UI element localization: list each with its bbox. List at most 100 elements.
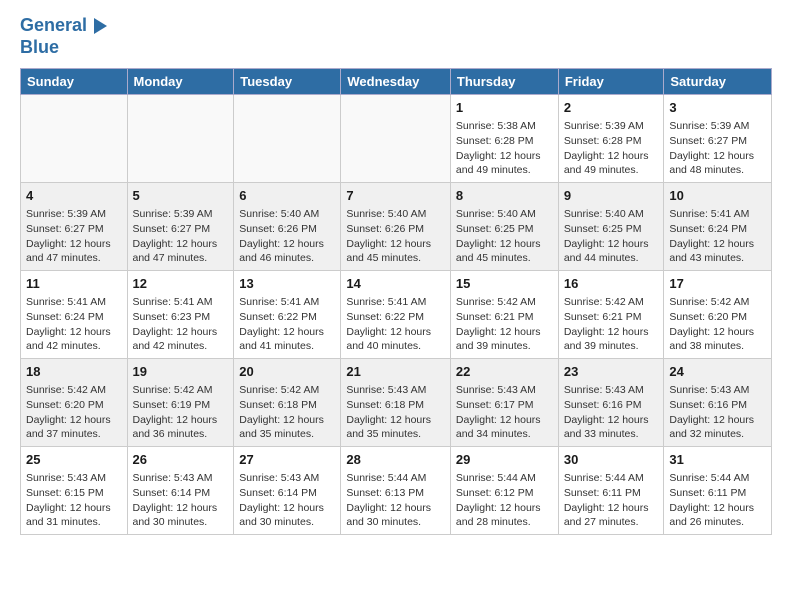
day-number: 13 (239, 275, 335, 293)
header-day-thursday: Thursday (450, 69, 558, 95)
calendar-cell: 16 Sunrise: 5:42 AM Sunset: 6:21 PM Dayli… (558, 271, 664, 359)
calendar-cell: 3 Sunrise: 5:39 AM Sunset: 6:27 PM Daylig… (664, 95, 772, 183)
calendar-cell: 22 Sunrise: 5:43 AM Sunset: 6:17 PM Dayli… (450, 359, 558, 447)
day-number: 30 (564, 451, 659, 469)
day-info: Sunrise: 5:42 AM Sunset: 6:20 PM Dayligh… (26, 384, 111, 440)
calendar-cell: 13 Sunrise: 5:41 AM Sunset: 6:22 PM Dayli… (234, 271, 341, 359)
week-row-0: 1 Sunrise: 5:38 AM Sunset: 6:28 PM Daylig… (21, 95, 772, 183)
calendar-cell (21, 95, 128, 183)
day-number: 18 (26, 363, 122, 381)
day-number: 12 (133, 275, 229, 293)
calendar-cell: 14 Sunrise: 5:41 AM Sunset: 6:22 PM Dayli… (341, 271, 451, 359)
logo-blue: Blue (20, 37, 107, 59)
day-number: 17 (669, 275, 766, 293)
calendar-cell: 5Sunrise: 5:39 AM Sunset: 6:27 PM Daylig… (127, 183, 234, 271)
calendar-cell: 28 Sunrise: 5:44 AM Sunset: 6:13 PM Dayli… (341, 446, 451, 534)
day-info: Sunrise: 5:39 AM Sunset: 6:27 PM Dayligh… (26, 208, 111, 264)
day-number: 21 (346, 363, 445, 381)
calendar-cell: 23 Sunrise: 5:43 AM Sunset: 6:16 PM Dayli… (558, 359, 664, 447)
calendar-cell: 20Sunrise: 5:42 AM Sunset: 6:18 PM Dayli… (234, 359, 341, 447)
day-info: Sunrise: 5:41 AM Sunset: 6:22 PM Dayligh… (239, 296, 324, 352)
page: General Blue SundayMondayTuesdayWednesda… (0, 0, 792, 550)
day-number: 1 (456, 99, 553, 117)
day-info: Sunrise: 5:44 AM Sunset: 6:12 PM Dayligh… (456, 472, 541, 528)
week-row-3: 18 Sunrise: 5:42 AM Sunset: 6:20 PM Dayli… (21, 359, 772, 447)
calendar-cell: 1 Sunrise: 5:38 AM Sunset: 6:28 PM Daylig… (450, 95, 558, 183)
day-number: 23 (564, 363, 659, 381)
day-number: 14 (346, 275, 445, 293)
calendar-cell (234, 95, 341, 183)
day-info: Sunrise: 5:41 AM Sunset: 6:22 PM Dayligh… (346, 296, 431, 352)
day-number: 6 (239, 187, 335, 205)
day-number: 31 (669, 451, 766, 469)
calendar-cell: 8Sunrise: 5:40 AM Sunset: 6:25 PM Daylig… (450, 183, 558, 271)
calendar-cell: 7 Sunrise: 5:40 AM Sunset: 6:26 PM Daylig… (341, 183, 451, 271)
calendar-cell: 12Sunrise: 5:41 AM Sunset: 6:23 PM Dayli… (127, 271, 234, 359)
calendar-cell: 19 Sunrise: 5:42 AM Sunset: 6:19 PM Dayli… (127, 359, 234, 447)
header-day-wednesday: Wednesday (341, 69, 451, 95)
calendar-cell: 11 Sunrise: 5:41 AM Sunset: 6:24 PM Dayli… (21, 271, 128, 359)
calendar-cell: 30 Sunrise: 5:44 AM Sunset: 6:11 PM Dayli… (558, 446, 664, 534)
calendar-cell: 31 Sunrise: 5:44 AM Sunset: 6:11 PM Dayli… (664, 446, 772, 534)
calendar-cell: 25Sunrise: 5:43 AM Sunset: 6:15 PM Dayli… (21, 446, 128, 534)
day-info: Sunrise: 5:39 AM Sunset: 6:27 PM Dayligh… (669, 120, 754, 176)
week-row-4: 25Sunrise: 5:43 AM Sunset: 6:15 PM Dayli… (21, 446, 772, 534)
day-number: 26 (133, 451, 229, 469)
day-info: Sunrise: 5:41 AM Sunset: 6:24 PM Dayligh… (26, 296, 111, 352)
calendar-cell: 24Sunrise: 5:43 AM Sunset: 6:16 PM Dayli… (664, 359, 772, 447)
logo-arrow-icon (94, 18, 107, 34)
calendar-cell: 18 Sunrise: 5:42 AM Sunset: 6:20 PM Dayli… (21, 359, 128, 447)
calendar-body: 1 Sunrise: 5:38 AM Sunset: 6:28 PM Daylig… (21, 95, 772, 535)
calendar-cell: 6 Sunrise: 5:40 AM Sunset: 6:26 PM Daylig… (234, 183, 341, 271)
day-info: Sunrise: 5:38 AM Sunset: 6:28 PM Dayligh… (456, 120, 541, 176)
header-day-monday: Monday (127, 69, 234, 95)
day-info: Sunrise: 5:44 AM Sunset: 6:11 PM Dayligh… (564, 472, 649, 528)
day-info: Sunrise: 5:43 AM Sunset: 6:14 PM Dayligh… (133, 472, 218, 528)
day-info: Sunrise: 5:44 AM Sunset: 6:11 PM Dayligh… (669, 472, 754, 528)
day-info: Sunrise: 5:40 AM Sunset: 6:25 PM Dayligh… (564, 208, 649, 264)
calendar-cell: 29 Sunrise: 5:44 AM Sunset: 6:12 PM Dayli… (450, 446, 558, 534)
day-number: 15 (456, 275, 553, 293)
day-number: 4 (26, 187, 122, 205)
day-info: Sunrise: 5:43 AM Sunset: 6:14 PM Dayligh… (239, 472, 324, 528)
day-info: Sunrise: 5:42 AM Sunset: 6:21 PM Dayligh… (564, 296, 649, 352)
day-info: Sunrise: 5:42 AM Sunset: 6:18 PM Dayligh… (239, 384, 324, 440)
week-row-1: 4 Sunrise: 5:39 AM Sunset: 6:27 PM Daylig… (21, 183, 772, 271)
day-info: Sunrise: 5:42 AM Sunset: 6:20 PM Dayligh… (669, 296, 754, 352)
day-info: Sunrise: 5:44 AM Sunset: 6:13 PM Dayligh… (346, 472, 431, 528)
calendar-cell (127, 95, 234, 183)
day-info: Sunrise: 5:43 AM Sunset: 6:16 PM Dayligh… (564, 384, 649, 440)
header-day-tuesday: Tuesday (234, 69, 341, 95)
day-number: 16 (564, 275, 659, 293)
day-info: Sunrise: 5:43 AM Sunset: 6:17 PM Dayligh… (456, 384, 541, 440)
header-day-friday: Friday (558, 69, 664, 95)
calendar-header: SundayMondayTuesdayWednesdayThursdayFrid… (21, 69, 772, 95)
day-info: Sunrise: 5:43 AM Sunset: 6:18 PM Dayligh… (346, 384, 431, 440)
logo-text: General Blue (20, 15, 107, 58)
day-number: 27 (239, 451, 335, 469)
day-number: 5 (133, 187, 229, 205)
day-info: Sunrise: 5:39 AM Sunset: 6:28 PM Dayligh… (564, 120, 649, 176)
day-number: 19 (133, 363, 229, 381)
day-info: Sunrise: 5:42 AM Sunset: 6:19 PM Dayligh… (133, 384, 218, 440)
day-number: 3 (669, 99, 766, 117)
day-number: 7 (346, 187, 445, 205)
day-number: 25 (26, 451, 122, 469)
week-row-2: 11 Sunrise: 5:41 AM Sunset: 6:24 PM Dayli… (21, 271, 772, 359)
day-number: 24 (669, 363, 766, 381)
day-number: 11 (26, 275, 122, 293)
day-info: Sunrise: 5:40 AM Sunset: 6:26 PM Dayligh… (239, 208, 324, 264)
calendar-cell: 26 Sunrise: 5:43 AM Sunset: 6:14 PM Dayli… (127, 446, 234, 534)
day-info: Sunrise: 5:40 AM Sunset: 6:26 PM Dayligh… (346, 208, 431, 264)
logo-general: General (20, 15, 87, 35)
calendar-cell: 17 Sunrise: 5:42 AM Sunset: 6:20 PM Dayli… (664, 271, 772, 359)
header-day-saturday: Saturday (664, 69, 772, 95)
day-number: 22 (456, 363, 553, 381)
calendar-cell: 9Sunrise: 5:40 AM Sunset: 6:25 PM Daylig… (558, 183, 664, 271)
logo: General Blue (20, 15, 107, 58)
day-number: 28 (346, 451, 445, 469)
calendar: SundayMondayTuesdayWednesdayThursdayFrid… (20, 68, 772, 535)
day-info: Sunrise: 5:40 AM Sunset: 6:25 PM Dayligh… (456, 208, 541, 264)
header: General Blue (20, 15, 772, 58)
day-number: 29 (456, 451, 553, 469)
